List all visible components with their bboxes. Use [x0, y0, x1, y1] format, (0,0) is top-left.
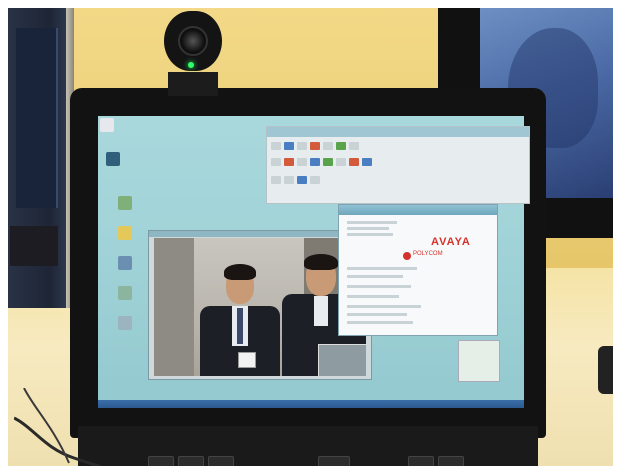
self-view-thumbnail[interactable] [318, 344, 366, 376]
about-dialog-titlebar[interactable] [339, 205, 497, 215]
about-text-line [347, 295, 399, 298]
map-widget[interactable] [458, 340, 500, 382]
toolbar-row [271, 141, 359, 151]
cable [14, 388, 104, 466]
about-dialog: AVAYA POLYCOM [338, 204, 498, 336]
desktop-icon[interactable] [118, 256, 132, 270]
left-stand-panel [16, 28, 58, 208]
about-text-line [347, 313, 407, 316]
webcam-led [188, 62, 194, 68]
toolbar-button[interactable] [362, 158, 372, 166]
taskbar[interactable] [98, 400, 524, 408]
toolbar-button[interactable] [284, 142, 294, 150]
polycom-logo-text: POLYCOM [413, 251, 443, 257]
key [178, 456, 204, 466]
desktop-icon[interactable] [100, 118, 114, 132]
video-feed [154, 238, 366, 376]
toolbar-window-titlebar[interactable] [267, 127, 529, 137]
person-right-hair [304, 254, 338, 270]
desktop-icon[interactable] [118, 316, 132, 330]
toolbar-button[interactable] [323, 142, 333, 150]
about-text-line [347, 275, 403, 278]
toolbar-button[interactable] [323, 158, 333, 166]
toolbar-button[interactable] [271, 142, 281, 150]
toolbar-button[interactable] [284, 158, 294, 166]
desktop-icon[interactable] [118, 196, 132, 210]
toolbar-row [271, 175, 320, 185]
person-left-badge [238, 352, 256, 368]
key [438, 456, 464, 466]
key [408, 456, 434, 466]
polycom-logo-icon [403, 252, 411, 260]
toolbar-button[interactable] [297, 158, 307, 166]
laptop-keyboard [78, 426, 538, 466]
toolbar-button[interactable] [336, 142, 346, 150]
toolbar-button[interactable] [349, 158, 359, 166]
about-text-line [347, 285, 411, 288]
webcam-clip [168, 72, 218, 96]
desktop-icon[interactable] [106, 152, 120, 166]
about-text-line [347, 305, 421, 308]
about-text-line [347, 321, 413, 324]
webcam-lens [178, 26, 208, 56]
toolbar-button[interactable] [297, 176, 307, 184]
toolbar-button[interactable] [284, 176, 294, 184]
person-right-shirt [314, 296, 328, 326]
toolbar-button[interactable] [310, 176, 320, 184]
video-left-wall [154, 238, 194, 376]
toolbar-button[interactable] [271, 158, 281, 166]
toolbar-row [271, 157, 372, 167]
toolbar-button[interactable] [310, 142, 320, 150]
desk-device [598, 346, 613, 394]
avaya-logo: AVAYA [431, 236, 471, 248]
toolbar-button[interactable] [336, 158, 346, 166]
key [318, 456, 350, 466]
photo: AVAYA POLYCOM [8, 8, 613, 466]
toolbar-button[interactable] [349, 142, 359, 150]
toolbar-button[interactable] [297, 142, 307, 150]
person-left-hair [224, 264, 256, 280]
toolbar-button[interactable] [310, 158, 320, 166]
toolbar-button[interactable] [271, 176, 281, 184]
key [148, 456, 174, 466]
left-sign [10, 226, 58, 266]
about-text-line [347, 227, 389, 230]
about-text-line [347, 221, 397, 224]
desktop-icon[interactable] [118, 286, 132, 300]
person-left-tie [237, 308, 243, 344]
about-text-line [347, 233, 393, 236]
about-text-line [347, 267, 417, 270]
toolbar-window [266, 126, 530, 204]
key [208, 456, 234, 466]
desktop-icon[interactable] [118, 226, 132, 240]
